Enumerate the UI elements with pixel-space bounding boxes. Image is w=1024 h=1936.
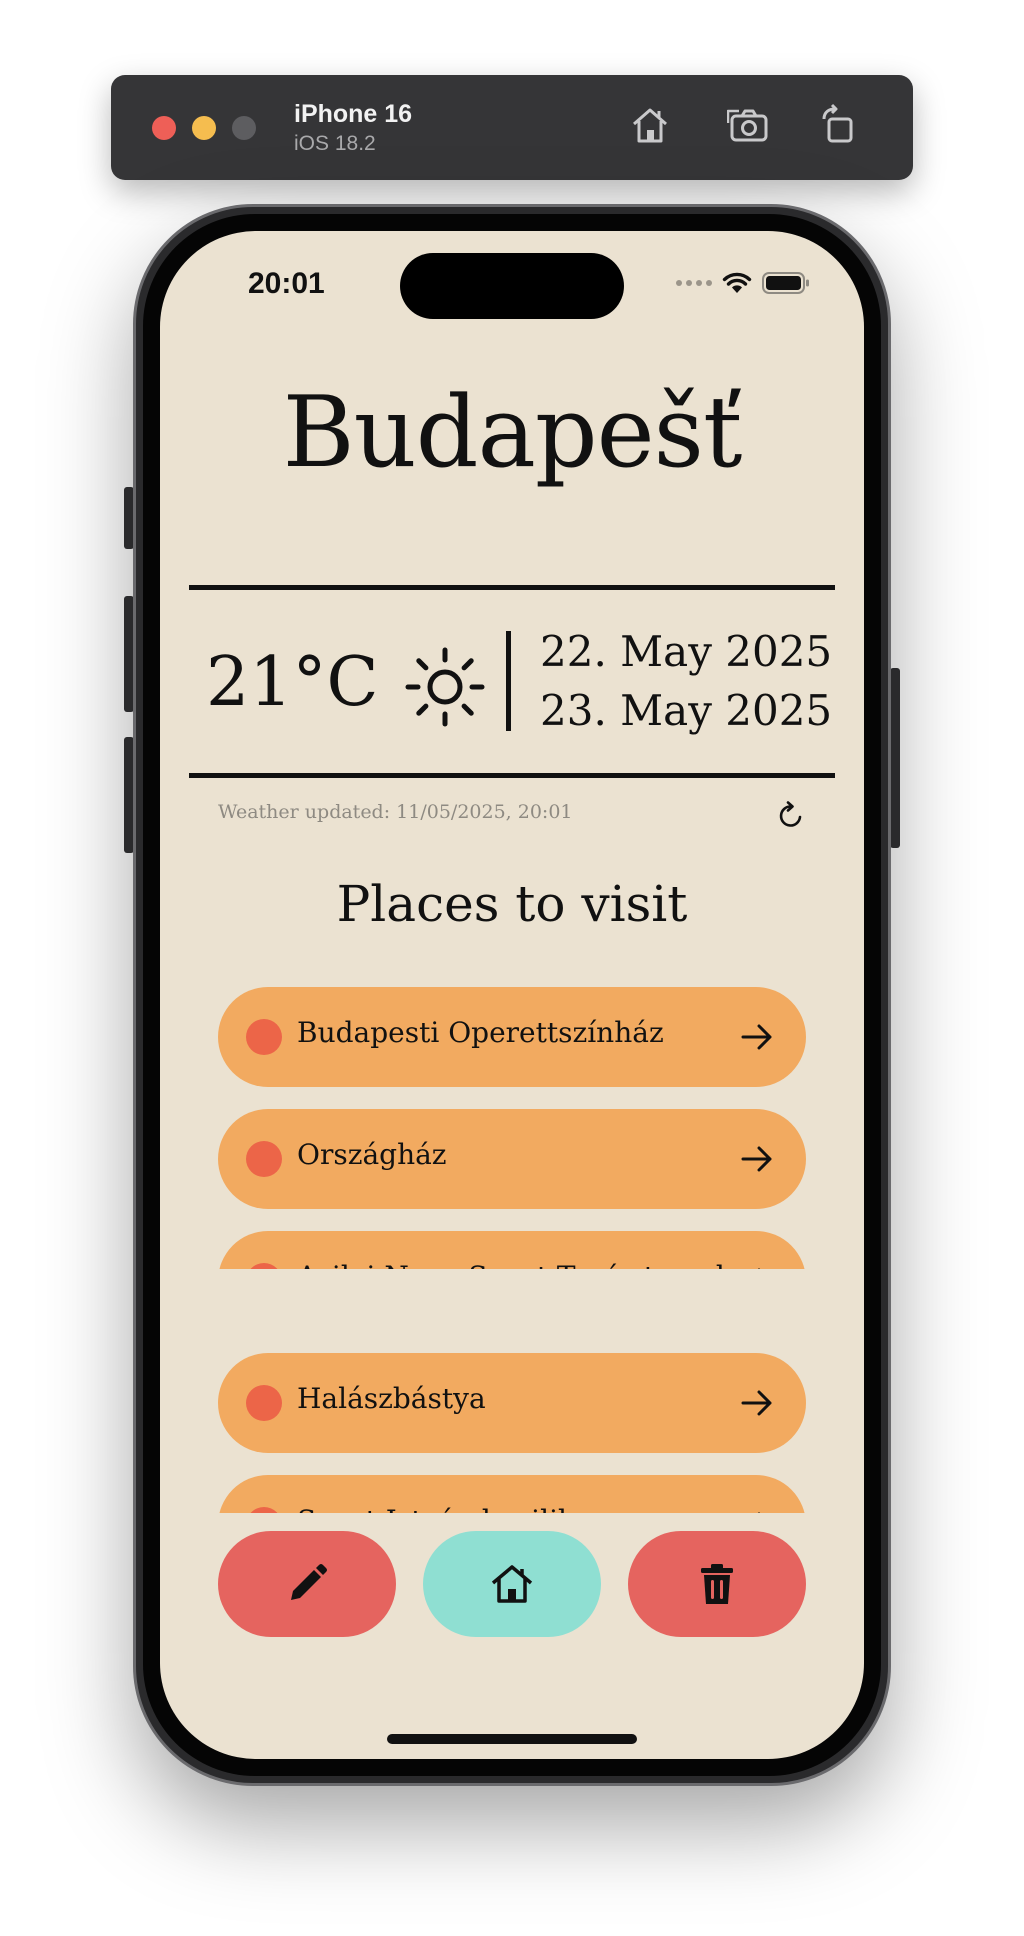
pencil-icon (291, 1564, 327, 1600)
close-window-button[interactable] (152, 116, 176, 140)
zoom-window-button[interactable] (232, 116, 256, 140)
temperature-value: 21°C (206, 643, 379, 722)
battery-icon (762, 272, 809, 294)
wifi-icon (722, 272, 752, 293)
arrow-right-icon (757, 1512, 761, 1513)
app-screen: 20:01 Budapešť 21°C 22. May 2025 23. May… (160, 231, 864, 1759)
device-name: iPhone 16 (294, 100, 413, 128)
forecast-date-2: 23. May 2025 (540, 686, 833, 735)
forecast-date-1: 22. May 2025 (540, 627, 833, 676)
place-dot (246, 1385, 282, 1421)
places-list-continued[interactable]: Halászbástya (160, 1231, 864, 1513)
places-list-overflow[interactable]: Szent István bazilika (160, 1475, 864, 1513)
os-version: iOS 18.2 (294, 132, 376, 155)
place-label: Országház (297, 1138, 447, 1171)
signal-dots-icon (676, 280, 712, 286)
screenshot-icon[interactable] (726, 103, 771, 147)
rotate-icon[interactable] (818, 103, 862, 147)
arrow-right-icon (741, 1024, 772, 1050)
places-list[interactable]: Budapesti Operettszínház Országház Avila… (160, 987, 864, 1269)
place-item[interactable]: Halászbástya (218, 1353, 806, 1453)
status-time: 20:01 (248, 267, 325, 300)
place-dot (246, 1019, 282, 1055)
weather-divider-top (189, 585, 835, 590)
status-indicators (676, 271, 810, 295)
delete-button[interactable] (628, 1531, 806, 1637)
arrow-right-icon (741, 1390, 772, 1416)
city-title: Budapešť (282, 376, 743, 490)
place-label: Budapesti Operettszínház (297, 1016, 664, 1049)
home-icon (491, 1565, 533, 1603)
place-label: Halászbástya (297, 1382, 486, 1415)
place-label: Szent István bazilika (297, 1504, 592, 1513)
minimize-window-button[interactable] (192, 116, 216, 140)
place-dot (246, 1507, 282, 1513)
refresh-icon[interactable] (776, 800, 806, 830)
place-item[interactable]: Budapesti Operettszínház (218, 987, 806, 1087)
place-dot (246, 1141, 282, 1177)
arrow-right-icon (741, 1146, 772, 1172)
home-button[interactable] (423, 1531, 601, 1637)
places-section-title: Places to visit (336, 875, 688, 933)
home-indicator[interactable] (387, 1734, 637, 1744)
trash-icon (701, 1564, 733, 1604)
home-icon[interactable] (628, 103, 672, 147)
dynamic-island (400, 253, 624, 319)
weather-vertical-divider (506, 631, 511, 731)
edit-button[interactable] (218, 1531, 396, 1637)
weather-updated-text: Weather updated: 11/05/2025, 20:01 (218, 801, 573, 823)
weather-divider-bottom (189, 773, 835, 778)
place-item[interactable]: Országház (218, 1109, 806, 1209)
place-item[interactable]: Szent István bazilika (218, 1475, 806, 1513)
sun-icon (405, 647, 485, 727)
power-button (890, 668, 900, 848)
